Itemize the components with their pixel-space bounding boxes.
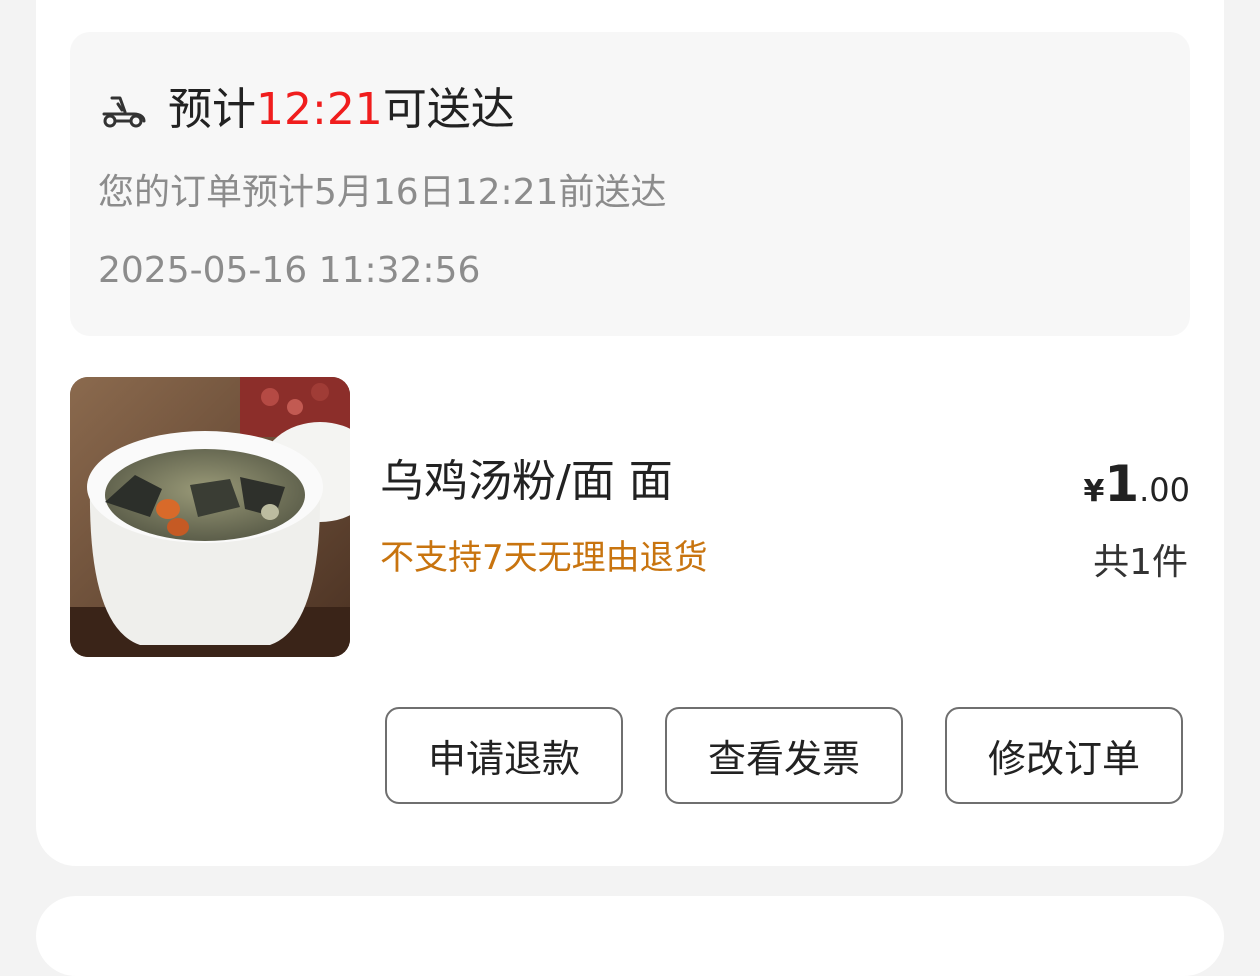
price-currency: ¥ (1083, 474, 1105, 509)
eta-description: 您的订单预计5月16日12:21前送达 (98, 172, 667, 213)
return-policy-notice: 不支持7天无理由退货 (380, 538, 708, 578)
eta-label: 预计12:21可送达 (168, 82, 515, 138)
view-invoice-button[interactable]: 查看发票 (665, 707, 903, 804)
product-price: ¥ 1 .00 (1083, 455, 1190, 513)
next-card (36, 896, 1224, 976)
modify-order-button[interactable]: 修改订单 (945, 707, 1183, 804)
eta-suffix: 可送达 (382, 84, 515, 135)
eta-time: 12:21 (256, 84, 383, 135)
apply-refund-button[interactable]: 申请退款 (385, 707, 623, 804)
order-timestamp: 2025-05-16 11:32:56 (98, 250, 481, 291)
eta-prefix: 预计 (168, 84, 256, 135)
delivery-eta: 预计12:21可送达 (98, 82, 515, 138)
price-decimal: .00 (1139, 471, 1190, 509)
product-name[interactable]: 乌鸡汤粉/面 面 (380, 452, 673, 512)
price-integer: 1 (1104, 455, 1140, 513)
chicken-soup-image[interactable] (70, 377, 350, 657)
scooter-icon (98, 90, 148, 130)
product-quantity: 共1件 (1093, 542, 1188, 583)
